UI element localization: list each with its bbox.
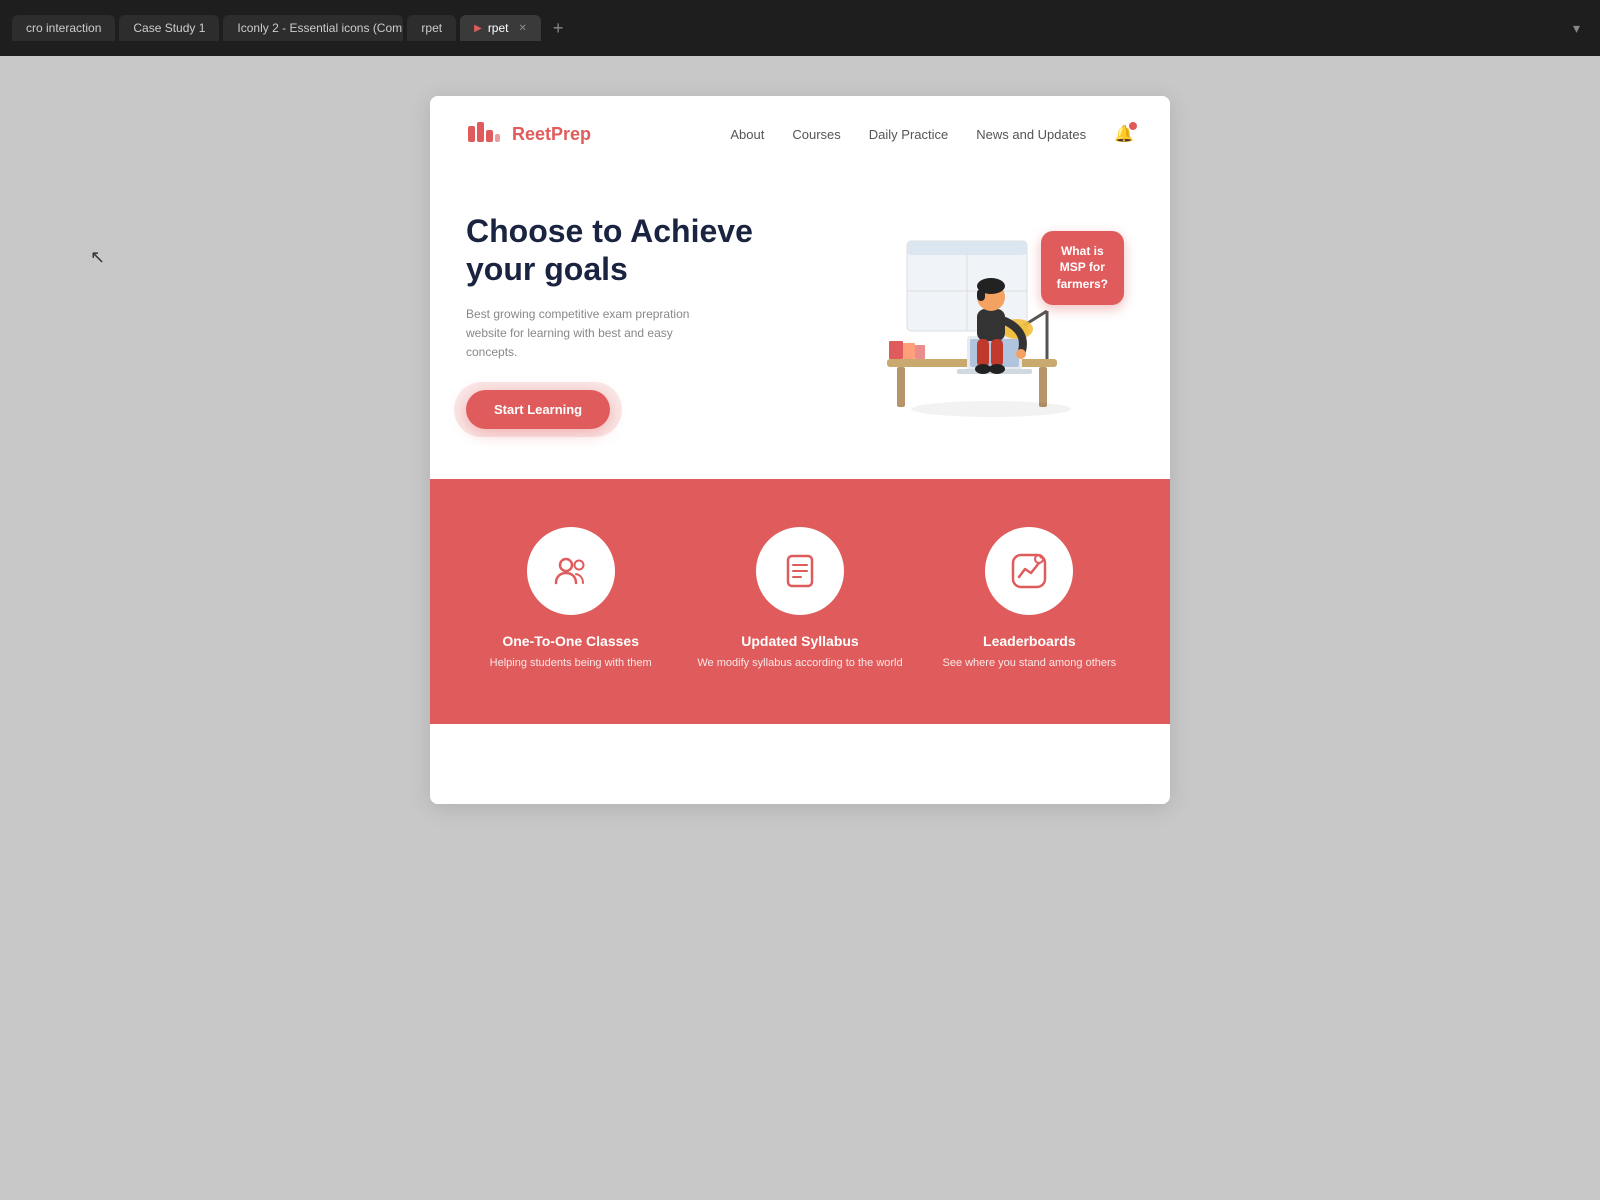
hero-description: Best growing competitive exam prepration… — [466, 305, 726, 363]
website-card: ReetPrep About Courses Daily Practice Ne… — [430, 96, 1170, 804]
tab-rpet1[interactable]: rpet — [407, 15, 456, 41]
feature-icon-syllabus-circle — [756, 527, 844, 615]
msp-callout-bubble: What is MSP for farmers? — [1041, 231, 1124, 305]
feature-one-to-one-desc: Helping students being with them — [490, 655, 652, 672]
feature-syllabus-desc: We modify syllabus according to the worl… — [697, 655, 902, 672]
tab-label: Iconly 2 - Essential icons (Communi... — [237, 21, 403, 35]
notification-dot — [1129, 122, 1137, 130]
play-icon: ▶ — [474, 23, 482, 34]
tab-label: cro interaction — [26, 21, 101, 35]
nav-news-updates[interactable]: News and Updates — [976, 127, 1086, 142]
browser-chrome: cro interaction Case Study 1 Iconly 2 - … — [0, 0, 1600, 56]
hero-section: Choose to Achieve your goals Best growin… — [430, 172, 1170, 479]
nav-about[interactable]: About — [730, 127, 764, 142]
hero-title: Choose to Achieve your goals — [466, 212, 800, 289]
features-section: One-To-One Classes Helping students bein… — [430, 479, 1170, 724]
hero-illustration: What is MSP for farmers? — [800, 221, 1134, 421]
feature-syllabus-title: Updated Syllabus — [741, 633, 858, 649]
tab-case-study[interactable]: Case Study 1 — [119, 15, 219, 41]
cta-button-wrapper: Start Learning — [466, 390, 610, 429]
tab-label: rpet — [488, 21, 509, 35]
chart-icon — [1009, 551, 1049, 591]
users-icon — [551, 551, 591, 591]
nav-courses[interactable]: Courses — [792, 127, 840, 142]
hero-text: Choose to Achieve your goals Best growin… — [466, 212, 800, 429]
logo-area: ReetPrep — [466, 116, 591, 152]
feature-one-to-one-title: One-To-One Classes — [502, 633, 639, 649]
close-tab-icon[interactable]: ✕ — [519, 23, 527, 34]
start-learning-button[interactable]: Start Learning — [466, 390, 610, 429]
cursor-indicator: ↖ — [90, 247, 105, 268]
feature-leaderboards: Leaderboards See where you stand among o… — [925, 527, 1134, 672]
feature-updated-syllabus: Updated Syllabus We modify syllabus acco… — [695, 527, 904, 672]
tab-iconly[interactable]: Iconly 2 - Essential icons (Communi... — [223, 15, 403, 41]
bottom-white-area — [430, 724, 1170, 804]
tab-rpet2-active[interactable]: ▶ rpet ✕ — [460, 15, 541, 41]
tabs-dropdown-icon[interactable]: ▾ — [1565, 16, 1588, 41]
tab-label: Case Study 1 — [133, 21, 205, 35]
nav-links: About Courses Daily Practice News and Up… — [730, 124, 1134, 144]
nav-daily-practice[interactable]: Daily Practice — [869, 127, 948, 142]
tab-micro-interaction[interactable]: cro interaction — [12, 15, 115, 41]
feature-leaderboards-desc: See where you stand among others — [942, 655, 1116, 672]
feature-icon-one-to-one-circle — [527, 527, 615, 615]
canvas-area: ↖ ReetPrep About Courses Daily Practice … — [0, 56, 1600, 1200]
add-tab-button[interactable]: + — [545, 14, 572, 43]
tab-label: rpet — [421, 21, 442, 35]
logo-text: ReetPrep — [512, 124, 591, 145]
feature-icon-leaderboards-circle — [985, 527, 1073, 615]
notification-bell-icon[interactable]: 🔔 — [1114, 124, 1134, 144]
logo-icon — [466, 116, 502, 152]
navbar: ReetPrep About Courses Daily Practice Ne… — [430, 96, 1170, 172]
feature-one-to-one: One-To-One Classes Helping students bein… — [466, 527, 675, 672]
feature-leaderboards-title: Leaderboards — [983, 633, 1076, 649]
document-icon — [780, 551, 820, 591]
